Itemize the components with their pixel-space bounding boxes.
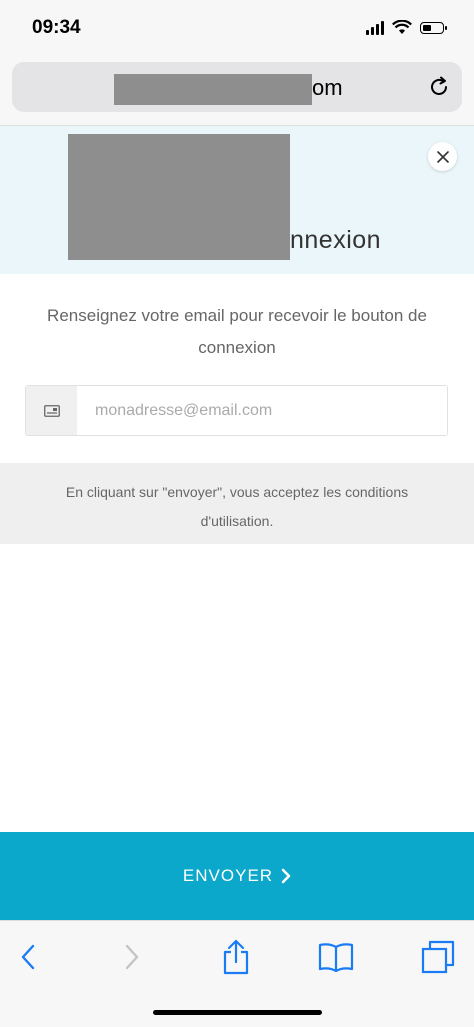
wifi-icon	[392, 20, 412, 34]
close-icon	[436, 150, 449, 163]
id-card-icon	[43, 404, 60, 417]
instruction-text: Renseignez votre email pour recevoir le …	[47, 306, 427, 357]
battery-icon	[420, 21, 447, 34]
terms-notice: En cliquant sur "envoyer", vous acceptez…	[0, 463, 474, 544]
submit-button[interactable]: ENVOYER	[0, 832, 474, 920]
cellular-signal-icon	[366, 20, 384, 35]
status-icons	[366, 20, 447, 35]
address-bar[interactable]: om	[12, 62, 462, 112]
book-icon	[318, 943, 354, 972]
share-button[interactable]	[218, 939, 254, 975]
modal-title: nnexion	[290, 226, 382, 254]
share-icon	[223, 939, 249, 975]
modal-header: nnexion	[0, 126, 474, 274]
redacted-logo	[68, 134, 290, 260]
home-indicator	[153, 1010, 322, 1015]
close-button[interactable]	[428, 142, 457, 171]
back-button[interactable]	[10, 939, 46, 975]
browser-address-area: om	[0, 56, 474, 126]
status-time: 09:34	[32, 17, 81, 38]
forward-button[interactable]	[114, 939, 150, 975]
forward-chevron-icon	[125, 944, 139, 970]
chevron-right-icon	[281, 868, 291, 884]
email-field-group	[25, 385, 448, 436]
email-addon	[26, 386, 77, 435]
email-input[interactable]	[77, 386, 447, 435]
tabs-icon	[421, 940, 455, 974]
redacted-url	[114, 74, 312, 105]
status-bar: 09:34	[0, 0, 474, 56]
back-chevron-icon	[21, 944, 35, 970]
bookmarks-button[interactable]	[318, 939, 354, 975]
reload-icon[interactable]	[428, 76, 450, 98]
url-text: om	[312, 75, 343, 100]
submit-label: ENVOYER	[182, 866, 274, 885]
tabs-button[interactable]	[420, 939, 456, 975]
